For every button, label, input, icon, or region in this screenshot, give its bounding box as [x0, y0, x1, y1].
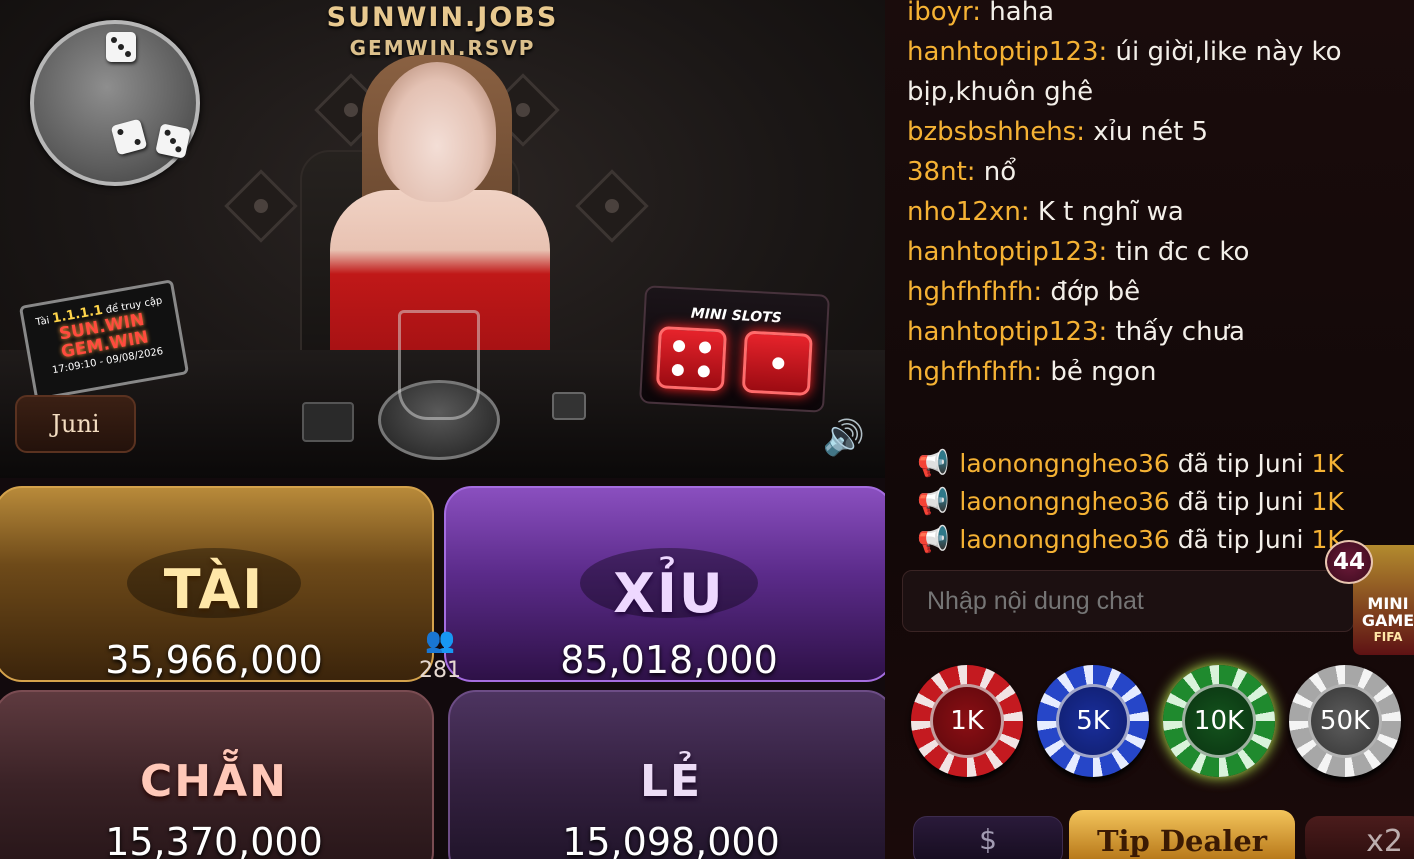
tip-text: đã tip Juni	[1177, 487, 1304, 516]
double-bet-button[interactable]: x2	[1305, 816, 1414, 859]
chat-message: nho12xn: K t nghĩ wa	[907, 192, 1397, 232]
chat-username[interactable]: iboyr:	[907, 0, 981, 27]
chat-input[interactable]	[902, 570, 1354, 632]
tip-notification: 📢 laonongngheo36 đã tip Juni 1K	[917, 483, 1397, 521]
bet-xiu-button[interactable]: XỈU 85,018,000	[444, 486, 894, 682]
tip-username[interactable]: laonongngheo36	[959, 525, 1169, 554]
betting-area: TÀI 35,966,000 XỈU 85,018,000 CHẴN 15,37…	[0, 478, 900, 859]
chat-text: nổ	[983, 157, 1017, 187]
chat-text: xỉu nét 5	[1093, 117, 1209, 147]
chip-selector: 1K 5K 10K 50K	[911, 665, 1411, 780]
chat-message: iboyr: haha	[907, 0, 1397, 32]
players-counter[interactable]: 👥 281	[410, 626, 470, 683]
dealer-name-tag[interactable]: Juni	[15, 395, 136, 453]
die-icon	[110, 118, 148, 156]
chip-50k[interactable]: 50K	[1289, 665, 1401, 777]
chip-5k-label: 5K	[1056, 684, 1130, 758]
speaker-icon[interactable]: 🔊	[819, 414, 869, 462]
wall-decoration	[224, 169, 298, 243]
chip-10k[interactable]: 10K	[1163, 665, 1275, 777]
chat-message: 38nt: nổ	[907, 152, 1397, 192]
dollar-coin-icon: $	[979, 823, 997, 856]
chat-username[interactable]: 38nt:	[907, 157, 976, 187]
slot-die-icon	[741, 330, 813, 396]
app-root: SUNWIN.JOBS GEMWIN.RSVP Tài 1.1.1.1 để t…	[0, 0, 1414, 859]
chat-username[interactable]: hanhtoptip123:	[907, 237, 1107, 267]
tip-notification: 📢 laonongngheo36 đã tip Juni 1K	[917, 521, 1397, 559]
chip-1k-label: 1K	[930, 684, 1004, 758]
bet-chan-label: CHẴN	[140, 756, 288, 807]
bottom-controls: $ Tip Dealer x2	[913, 810, 1414, 859]
chat-username[interactable]: nho12xn:	[907, 197, 1030, 227]
bet-chan-button[interactable]: CHẴN 15,370,000	[0, 690, 434, 859]
mini-slots-title: MINI SLOTS	[690, 305, 783, 327]
bet-tai-button[interactable]: TÀI 35,966,000	[0, 486, 434, 682]
die-icon	[155, 123, 191, 159]
dice-shaker-glass	[398, 310, 480, 420]
chat-text: thấy chưa	[1115, 317, 1245, 347]
chat-message: hghfhfhfh: bẻ ngon	[907, 352, 1397, 392]
chat-username[interactable]: hanhtoptip123:	[907, 317, 1107, 347]
mini-game-label-2: GAME	[1361, 611, 1414, 630]
megaphone-icon: 📢	[917, 525, 950, 555]
chat-text: haha	[989, 0, 1055, 27]
chip-1k[interactable]: 1K	[911, 665, 1023, 777]
mini-game-label-3: FIFA	[1373, 630, 1403, 644]
chat-username[interactable]: hghfhfhfh:	[907, 277, 1042, 307]
bet-le-label: LẺ	[639, 756, 703, 807]
keypad-device	[302, 402, 354, 442]
chat-username[interactable]: hanhtoptip123:	[907, 37, 1107, 67]
chat-text: tin đc c ko	[1115, 237, 1250, 267]
chat-username[interactable]: hghfhfhfh:	[907, 357, 1042, 387]
chip-5k[interactable]: 5K	[1037, 665, 1149, 777]
slot-die-icon	[655, 326, 728, 392]
bet-xiu-label: XỈU	[613, 562, 725, 625]
bet-chan-amount: 15,370,000	[105, 820, 323, 859]
chat-username[interactable]: bzbsbshhehs:	[907, 117, 1085, 147]
mini-slots-button[interactable]: MINI SLOTS	[639, 285, 830, 413]
tip-text: đã tip Juni	[1177, 449, 1304, 478]
tip-notification-list: 📢 laonongngheo36 đã tip Juni 1K 📢 laonongng…	[917, 445, 1397, 559]
bet-tai-amount: 35,966,000	[105, 638, 323, 682]
live-stream-video: SUNWIN.JOBS GEMWIN.RSVP Tài 1.1.1.1 để t…	[0, 0, 885, 478]
chat-message: bzbsbshhehs: xỉu nét 5	[907, 112, 1397, 152]
chat-panel: iboyr: haha hanhtoptip123: úi giời,like n…	[885, 0, 1414, 859]
tip-amount: 1K	[1311, 449, 1344, 478]
notification-badge[interactable]: 44	[1325, 540, 1373, 584]
chat-message-list[interactable]: iboyr: haha hanhtoptip123: úi giời,like n…	[907, 0, 1397, 392]
bet-le-amount: 15,098,000	[562, 820, 780, 859]
bet-xiu-amount: 85,018,000	[560, 638, 778, 682]
sign-prefix: Tài	[34, 315, 51, 329]
sensor-device	[552, 392, 586, 420]
tip-notification: 📢 laonongngheo36 đã tip Juni 1K	[917, 445, 1397, 483]
chat-message: hanhtoptip123: úi giời,like này ko bịp,k…	[907, 32, 1397, 112]
chip-10k-label: 10K	[1182, 684, 1256, 758]
wall-decoration	[575, 169, 649, 243]
mini-game-label-1: MINI	[1367, 594, 1409, 613]
chat-message: hghfhfhfh: đớp bê	[907, 272, 1397, 312]
coin-button[interactable]: $	[913, 816, 1063, 859]
tip-text: đã tip Juni	[1177, 525, 1304, 554]
tip-username[interactable]: laonongngheo36	[959, 449, 1169, 478]
chat-message: hanhtoptip123: thấy chưa	[907, 312, 1397, 352]
dice-result-plate	[30, 20, 200, 186]
megaphone-icon: 📢	[917, 449, 950, 479]
players-count: 281	[419, 658, 461, 683]
tip-dealer-button[interactable]: Tip Dealer	[1069, 810, 1295, 859]
chip-50k-label: 50K	[1308, 684, 1382, 758]
tip-username[interactable]: laonongngheo36	[959, 487, 1169, 516]
chat-text: K t nghĩ wa	[1037, 197, 1184, 227]
tip-amount: 1K	[1311, 487, 1344, 516]
chat-text: đớp bê	[1050, 277, 1141, 307]
megaphone-icon: 📢	[917, 487, 950, 517]
users-icon: 👥	[425, 626, 455, 654]
bet-tai-label: TÀI	[163, 558, 265, 621]
chat-message: hanhtoptip123: tin đc c ko	[907, 232, 1397, 272]
die-icon	[106, 32, 136, 62]
dealer-face	[378, 62, 496, 202]
bet-le-button[interactable]: LẺ 15,098,000	[448, 690, 894, 859]
chat-text: bẻ ngon	[1050, 357, 1157, 387]
